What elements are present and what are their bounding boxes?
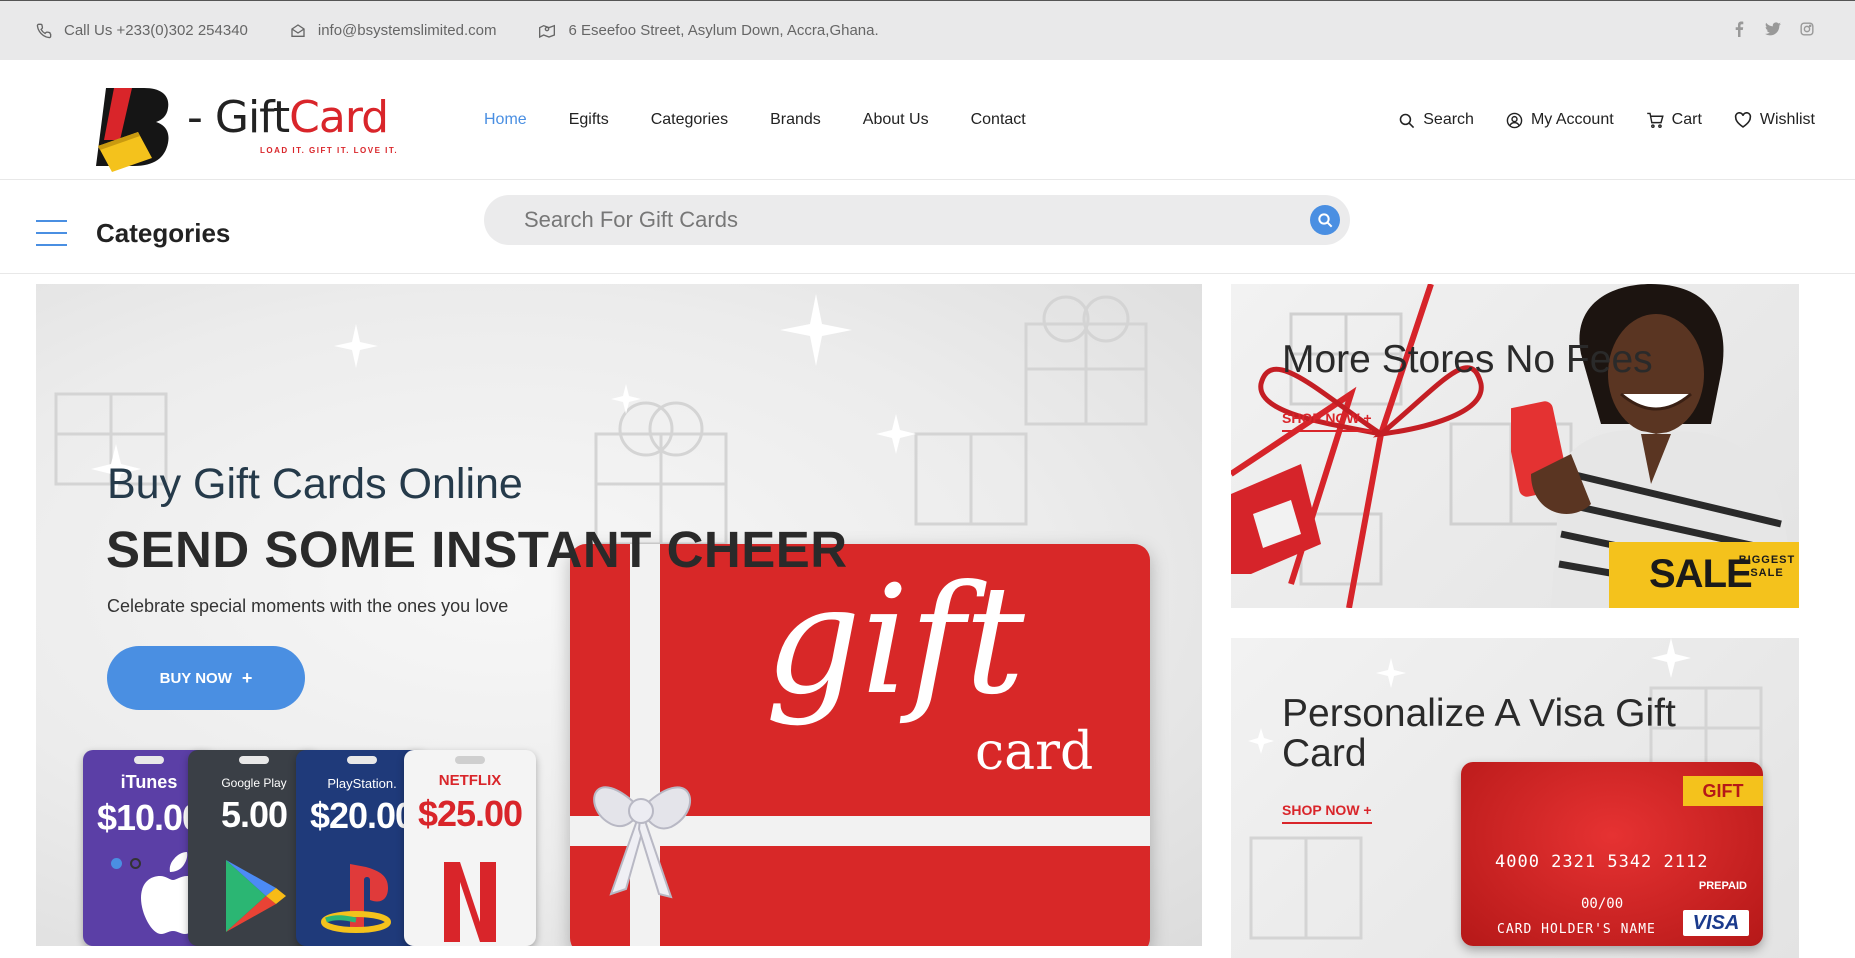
buy-now-button[interactable]: BUY NOW + (107, 646, 305, 710)
cart-label: Cart (1671, 111, 1702, 128)
netflix-gift-card: NETFLIX $25.00 (404, 750, 536, 946)
phone-icon (36, 23, 52, 38)
phone-info[interactable]: Call Us +233(0)302 254340 (36, 22, 248, 39)
buy-now-label: BUY NOW (159, 669, 232, 687)
banner-title: More Stores No Fees (1282, 338, 1653, 381)
search-icon (1318, 213, 1333, 228)
card-expiry: 00/00 (1581, 896, 1624, 912)
promo-banner-more-stores: More Stores No Fees SHOP NOW + SALE BIGG… (1231, 284, 1799, 608)
plus-icon: + (1363, 802, 1372, 818)
carousel-dot[interactable] (130, 858, 141, 869)
plus-icon: + (241, 667, 253, 688)
search-link[interactable]: Search (1398, 111, 1474, 129)
nav-about-us[interactable]: About Us (863, 111, 929, 129)
logo-wordmark: - GiftCard (187, 92, 389, 143)
nav-contact[interactable]: Contact (971, 111, 1026, 129)
card-holder-name: CARD HOLDER'S NAME (1497, 922, 1656, 937)
carousel-dots (111, 858, 141, 869)
cart-icon (1646, 112, 1664, 128)
hero-headline: SEND SOME INSTANT CHEER (106, 521, 848, 578)
facebook-icon[interactable] (1731, 21, 1747, 37)
twitter-icon[interactable] (1765, 21, 1781, 37)
logo-mark-icon (96, 88, 169, 172)
gift-card-search (484, 195, 1350, 245)
logo-text-suffix: Card (289, 92, 389, 143)
netflix-icon (444, 862, 496, 942)
hero-description: Celebrate special moments with the ones … (107, 596, 509, 616)
mini-card-brand: NETFLIX (438, 772, 502, 789)
ribbon-bow-icon (593, 786, 692, 899)
promo-banner-visa-gift: Personalize A Visa Gift Card SHOP NOW + … (1231, 638, 1799, 958)
cart-link[interactable]: Cart (1646, 111, 1702, 129)
shop-now-label: SHOP NOW (1282, 802, 1360, 818)
map-icon (539, 24, 556, 38)
main-navigation: Home Egifts Categories Brands About Us C… (484, 60, 1026, 180)
top-info-bar: Call Us +233(0)302 254340 info@bsystemsl… (0, 0, 1855, 60)
hero-banner: gift card Buy Gift Cards Online SEND SOM… (36, 284, 1202, 946)
wishlist-label: Wishlist (1759, 111, 1815, 128)
search-submit-button[interactable] (1310, 205, 1340, 235)
gift-tag: GIFT (1683, 776, 1763, 806)
my-account-link[interactable]: My Account (1506, 111, 1614, 129)
my-account-label: My Account (1530, 111, 1614, 128)
nav-egifts[interactable]: Egifts (569, 111, 609, 129)
address-text: 6 Eseefoo Street, Asylum Down, Accra,Gha… (568, 22, 879, 39)
hero-subtitle: Buy Gift Cards Online (107, 460, 523, 508)
search-link-label: Search (1423, 111, 1474, 128)
card-prepaid: PREPAID (1698, 880, 1747, 892)
sale-tag-subtitle: BIGGEST SALE (1738, 554, 1796, 579)
heart-icon (1734, 112, 1752, 128)
wishlist-link[interactable]: Wishlist (1734, 111, 1815, 129)
nav-categories[interactable]: Categories (651, 111, 728, 129)
search-input[interactable] (524, 195, 1284, 245)
social-links (1731, 21, 1815, 37)
playstation-icon (321, 864, 391, 933)
plus-icon: + (1363, 410, 1372, 426)
gift-card-word-gift: gift (765, 554, 1025, 728)
nav-home[interactable]: Home (484, 111, 527, 129)
shop-now-link[interactable]: SHOP NOW + (1282, 410, 1372, 432)
user-navigation: Search My Account Cart Wishlist (1398, 60, 1815, 180)
card-number: 4000 2321 5342 2112 (1495, 852, 1709, 872)
search-icon (1399, 113, 1415, 128)
shop-now-link[interactable]: SHOP NOW + (1282, 802, 1372, 824)
email-info[interactable]: info@bsystemslimited.com (290, 22, 497, 39)
mini-card-amount: $25.00 (417, 793, 523, 834)
sale-tag: SALE BIGGEST SALE (1609, 542, 1799, 608)
logo-text-prefix: - Gift (187, 92, 290, 143)
site-logo[interactable]: - GiftCard LOAD IT. GIFT IT. LOVE IT. (92, 80, 422, 176)
banner-title: Personalize A Visa Gift Card (1282, 692, 1676, 775)
site-header: - GiftCard LOAD IT. GIFT IT. LOVE IT. Ho… (0, 60, 1855, 180)
categories-title[interactable]: Categories (96, 218, 230, 249)
carousel-dot-active[interactable] (111, 858, 122, 869)
visa-gift-card-image: GIFT 4000 2321 5342 2112 PREPAID 00/00 C… (1461, 762, 1763, 946)
shop-now-label: SHOP NOW (1282, 410, 1360, 426)
phone-text: Call Us +233(0)302 254340 (64, 22, 248, 39)
address-info: 6 Eseefoo Street, Asylum Down, Accra,Gha… (538, 22, 879, 39)
hamburger-menu-icon[interactable] (36, 220, 67, 246)
gift-card-word-card: card (975, 722, 1094, 782)
logo-tagline: LOAD IT. GIFT IT. LOVE IT. (260, 146, 399, 155)
mail-icon (291, 23, 305, 37)
category-search-bar: Categories (0, 180, 1855, 274)
nav-brands[interactable]: Brands (770, 111, 821, 129)
visa-logo: VISA (1683, 910, 1749, 936)
email-text: info@bsystemslimited.com (317, 22, 497, 39)
instagram-icon[interactable] (1799, 21, 1815, 37)
user-icon (1506, 112, 1523, 128)
google-play-icon (226, 860, 286, 932)
